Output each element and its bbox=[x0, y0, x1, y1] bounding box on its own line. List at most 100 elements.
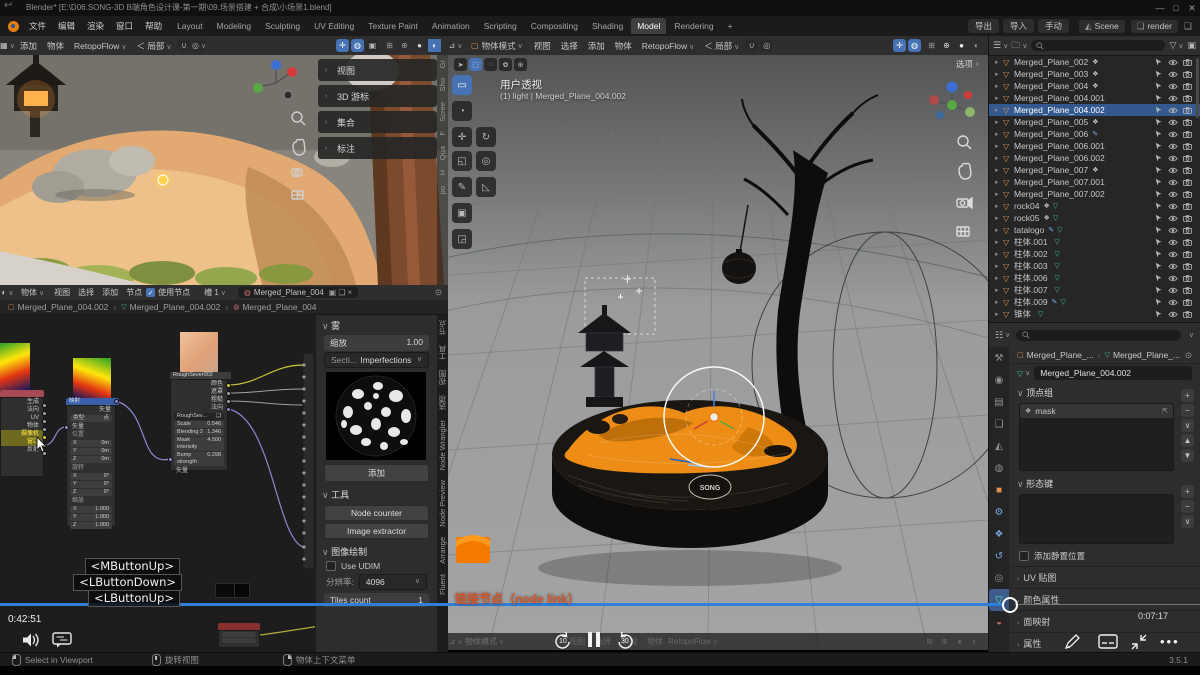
render-camera-icon[interactable] bbox=[1183, 59, 1192, 66]
material-shading-icon[interactable]: ● bbox=[955, 39, 968, 52]
topbar-action-button[interactable]: 手动 bbox=[1038, 19, 1069, 33]
node-output-socket[interactable]: UV bbox=[1, 414, 43, 422]
editor-type-icon[interactable]: ⊿∨ bbox=[449, 39, 462, 52]
move-tool[interactable]: ✛ bbox=[452, 127, 472, 147]
object-name[interactable]: rock04 bbox=[1014, 201, 1040, 211]
selectable-icon[interactable] bbox=[1155, 70, 1163, 78]
expand-caret-icon[interactable]: ▸ bbox=[995, 82, 1003, 90]
library-panel-header[interactable]: ∨ 雾 bbox=[316, 315, 437, 334]
object-name[interactable]: tatalogo bbox=[1014, 225, 1044, 235]
render-camera-icon[interactable] bbox=[1183, 287, 1192, 294]
value-slider[interactable]: Y0m bbox=[70, 448, 112, 455]
side-tab[interactable]: Node Preview bbox=[438, 475, 447, 532]
value-slider[interactable]: Z1.000 bbox=[70, 522, 112, 529]
side-tab[interactable]: 节点 bbox=[437, 315, 448, 340]
muted-node-header[interactable] bbox=[218, 623, 260, 630]
move-down-button[interactable]: ▼ bbox=[1181, 449, 1194, 462]
note-pencil-icon[interactable] bbox=[1063, 633, 1081, 651]
image-swatch[interactable] bbox=[215, 583, 235, 598]
side-tab[interactable]: 工具 bbox=[437, 340, 448, 365]
solid-shading-icon[interactable]: ⊕ bbox=[940, 39, 953, 52]
editor-type-icon[interactable]: ☰∨ bbox=[993, 40, 1008, 51]
scene-selector[interactable]: ◭ Scene bbox=[1079, 20, 1125, 33]
select-lasso-tool-icon[interactable]: ✿ bbox=[499, 58, 512, 71]
blender-logo-icon[interactable] bbox=[8, 21, 19, 32]
visibility-eye-icon[interactable] bbox=[1168, 227, 1178, 234]
outliner-row[interactable]: ▸ ▽ Merged_Plane_004.002 bbox=[989, 104, 1200, 116]
tab-render[interactable]: ◉ bbox=[989, 369, 1009, 391]
visibility-eye-icon[interactable] bbox=[1168, 215, 1178, 222]
select-box-tool[interactable]: ▭ bbox=[452, 75, 472, 95]
workspace-tab[interactable]: Animation bbox=[426, 18, 476, 34]
visibility-eye-icon[interactable] bbox=[1168, 275, 1178, 282]
side-tab[interactable]: Sho bbox=[438, 73, 447, 96]
node-group-selector[interactable]: RoughSev...❏ bbox=[174, 413, 224, 420]
workspace-tab[interactable]: + bbox=[722, 18, 739, 34]
selectable-icon[interactable] bbox=[1155, 298, 1163, 306]
viewport-menu-item[interactable]: 视图 bbox=[529, 40, 556, 52]
pause-button[interactable] bbox=[588, 632, 600, 652]
remove-button[interactable]: − bbox=[1181, 500, 1194, 513]
viewport-menu-item[interactable]: 选择 bbox=[556, 40, 583, 52]
topbar-menu-item[interactable]: 渲染 bbox=[81, 16, 110, 36]
value-slider[interactable]: X1.000 bbox=[70, 506, 112, 513]
viewport-menu-item[interactable]: 添加 bbox=[15, 40, 42, 52]
transform-tool[interactable]: ◎ bbox=[476, 151, 496, 171]
workspace-tab[interactable]: Scripting bbox=[478, 18, 523, 34]
outliner-row[interactable]: ▸ ▽ rock05 bbox=[989, 212, 1200, 224]
expand-caret-icon[interactable]: ▸ bbox=[995, 298, 1003, 306]
render-camera-icon[interactable] bbox=[1183, 143, 1192, 150]
expand-caret-icon[interactable]: ▸ bbox=[995, 274, 1003, 282]
object-name[interactable]: Merged_Plane_006.001 bbox=[1014, 141, 1105, 151]
retopoflow-menu[interactable]: RetopoFlow∨ bbox=[637, 41, 699, 51]
outliner-search-input[interactable] bbox=[1031, 40, 1165, 51]
visibility-eye-icon[interactable] bbox=[1168, 83, 1178, 90]
specials-menu-button[interactable]: ∨ bbox=[1181, 515, 1194, 528]
collapsed-panel[interactable]: ›UV 贴图 bbox=[1009, 566, 1200, 588]
object-name[interactable]: rock05 bbox=[1014, 213, 1040, 223]
outliner-row[interactable]: ▸ ▽ Merged_Plane_005 bbox=[989, 116, 1200, 128]
object-name[interactable]: Merged_Plane_007 bbox=[1014, 165, 1088, 175]
object-name[interactable]: 锥体 bbox=[1014, 308, 1031, 320]
viewport-menu-item[interactable]: 添加 bbox=[583, 40, 610, 52]
expand-caret-icon[interactable]: ▸ bbox=[995, 226, 1003, 234]
selectable-icon[interactable] bbox=[1155, 262, 1163, 270]
display-mode-icon[interactable]: 🗀∨ bbox=[1011, 38, 1027, 54]
tab-world[interactable]: ◍ bbox=[989, 457, 1009, 479]
render-camera-icon[interactable] bbox=[1183, 119, 1192, 126]
lock-icon[interactable]: ⇱ bbox=[1162, 407, 1168, 415]
selectable-icon[interactable] bbox=[1155, 166, 1163, 174]
visibility-eye-icon[interactable] bbox=[1168, 203, 1178, 210]
npanel-section[interactable]: ›视图 bbox=[318, 59, 437, 81]
side-tab[interactable]: po bbox=[438, 181, 447, 199]
selectable-icon[interactable] bbox=[1155, 154, 1163, 162]
npanel-section[interactable]: ›3D 游标 bbox=[318, 85, 437, 107]
expand-caret-icon[interactable]: ▸ bbox=[995, 142, 1003, 150]
selectable-icon[interactable] bbox=[1155, 142, 1163, 150]
outliner-row[interactable]: ▸ ▽ Merged_Plane_007 bbox=[989, 164, 1200, 176]
expand-caret-icon[interactable]: ▸ bbox=[995, 70, 1003, 78]
node-output-socket[interactable]: 法向 bbox=[1, 406, 43, 414]
wireframe-shading-icon[interactable]: ⊞ bbox=[383, 39, 396, 52]
mapping-node-header[interactable]: 映射 bbox=[66, 398, 119, 405]
selectable-icon[interactable] bbox=[1155, 178, 1163, 186]
render-camera-icon[interactable] bbox=[1183, 107, 1192, 114]
outliner-row[interactable]: ▸ ▽ Merged_Plane_004.001 bbox=[989, 92, 1200, 104]
render-camera-icon[interactable] bbox=[1183, 215, 1192, 222]
render-preview-viewport[interactable]: ›视图›3D 游标›集合›标注 GrShoScreeFQuaHpo bbox=[0, 55, 448, 285]
render-camera-icon[interactable] bbox=[1183, 131, 1192, 138]
mode-dropdown[interactable]: ▢ 物体模式∨ bbox=[465, 39, 529, 53]
render-camera-icon[interactable] bbox=[1183, 311, 1192, 318]
vertex-group-item[interactable]: ❖ mask ⇱ bbox=[1020, 404, 1173, 418]
measure-tool[interactable]: ◺ bbox=[476, 177, 496, 197]
video-progress-handle[interactable] bbox=[1002, 597, 1018, 613]
maximize-button[interactable]: □ bbox=[1168, 0, 1184, 16]
expand-caret-icon[interactable]: ▸ bbox=[995, 94, 1003, 102]
render-camera-icon[interactable] bbox=[1183, 83, 1192, 90]
outliner-row[interactable]: ▸ ▽ 柱体.006 bbox=[989, 272, 1200, 284]
data-name-field[interactable]: Merged_Plane_004.002 bbox=[1034, 366, 1192, 380]
selectable-icon[interactable] bbox=[1155, 250, 1163, 258]
value-slider[interactable]: X0° bbox=[70, 473, 112, 480]
outliner-row[interactable]: ▸ ▽ 柱体.009 bbox=[989, 296, 1200, 308]
rendered-shading-icon[interactable]: ◐ bbox=[428, 39, 441, 52]
